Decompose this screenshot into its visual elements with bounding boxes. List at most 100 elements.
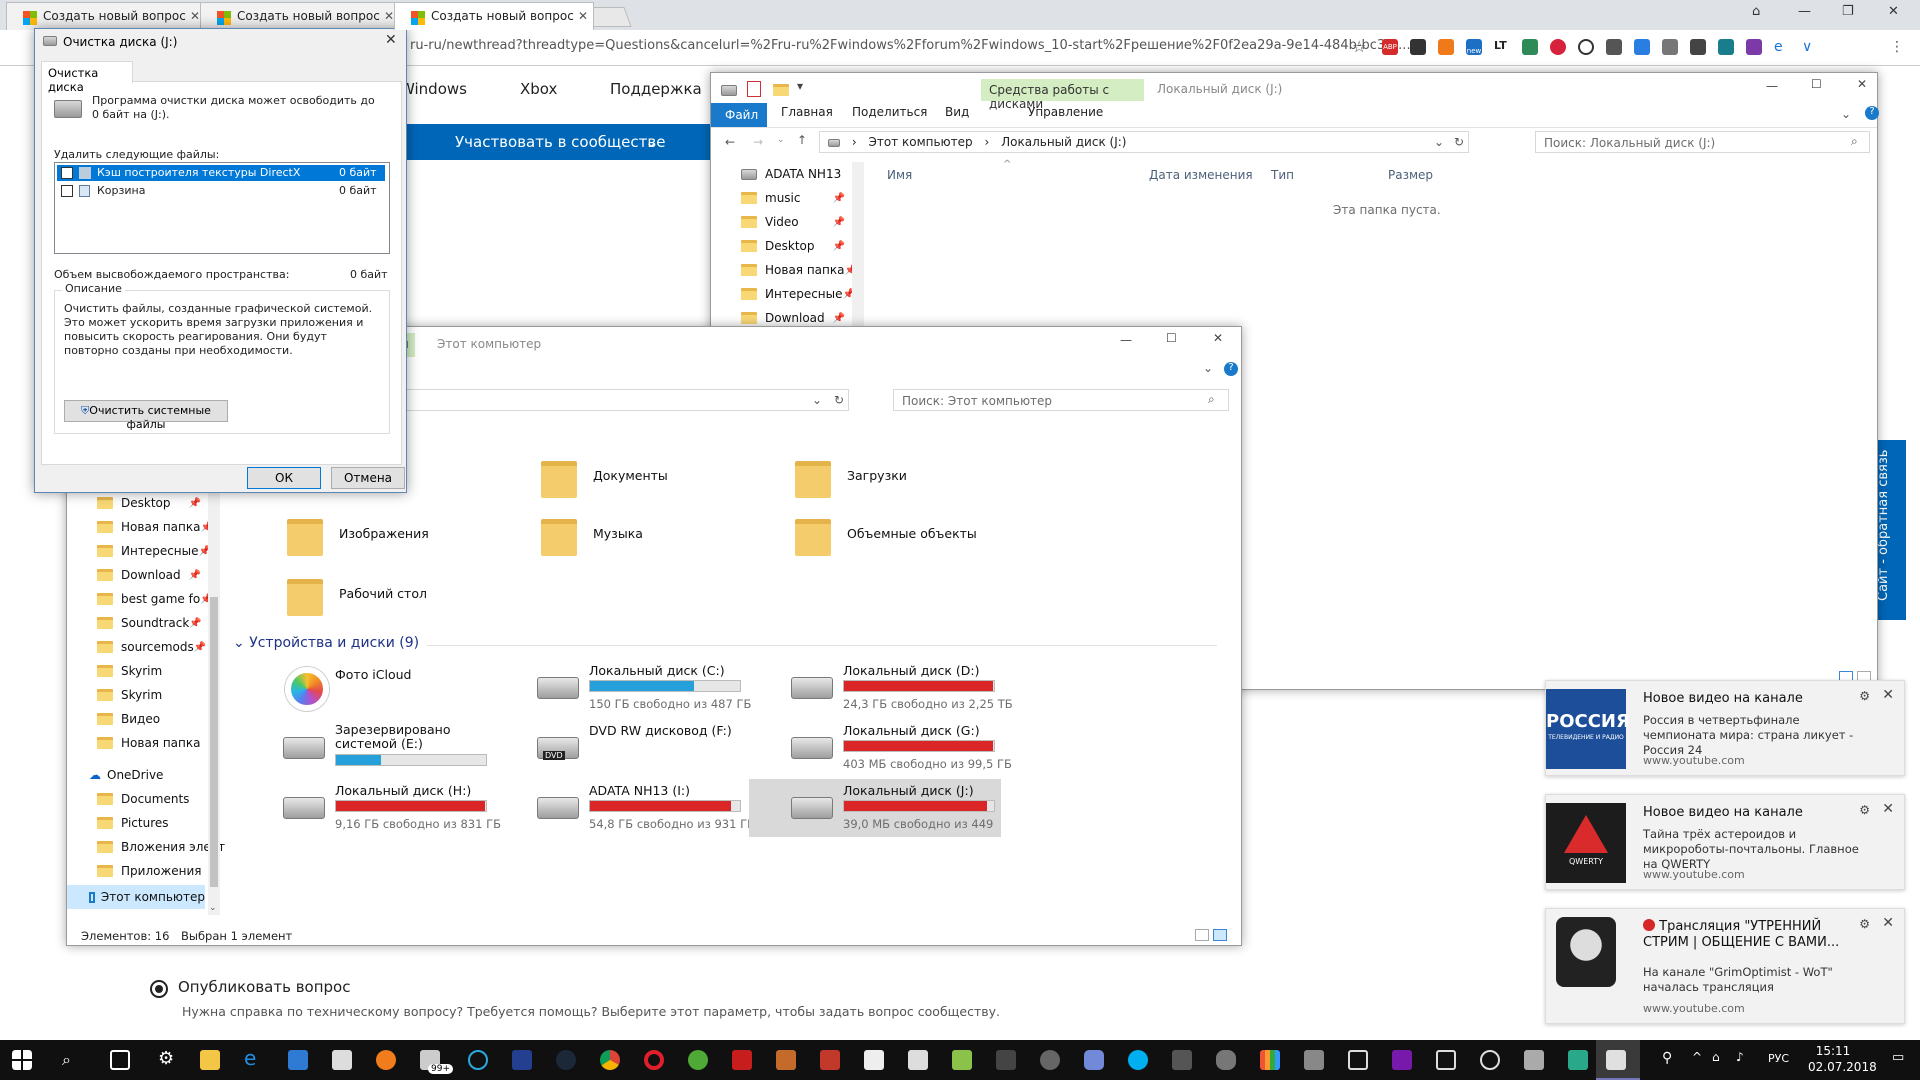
search-input[interactable]: Поиск: Локальный диск (J:) bbox=[1535, 131, 1870, 153]
recent-dropdown-icon[interactable]: ⌄ bbox=[777, 135, 785, 145]
minimize-icon[interactable]: — bbox=[1766, 79, 1778, 93]
extension-icon[interactable] bbox=[1718, 39, 1734, 55]
settings-gear-icon[interactable]: ⚙ bbox=[158, 1048, 178, 1069]
checkbox[interactable] bbox=[61, 167, 73, 179]
show-hidden-icons-icon[interactable]: ^ bbox=[1692, 1050, 1712, 1070]
extension-icon[interactable] bbox=[1438, 39, 1454, 55]
volume-icon[interactable]: ♪ bbox=[1736, 1050, 1756, 1070]
extension-icon[interactable] bbox=[1606, 39, 1622, 55]
notification-card[interactable]: РОССИЯ ТЕЛЕВИДЕНИЕ И РАДИО Новое видео н… bbox=[1545, 680, 1905, 776]
close-icon[interactable]: ✕ bbox=[1213, 331, 1223, 345]
details-view-icon[interactable] bbox=[1195, 929, 1209, 941]
nav-item-interesting[interactable]: Интересные 📌 bbox=[67, 539, 211, 563]
browser-tab[interactable]: Создать новый вопрос ✕ bbox=[6, 2, 206, 30]
device-drive-h[interactable]: Локальный диск (H:) 9,16 ГБ свободно из … bbox=[279, 783, 519, 835]
nav-item-new-folder[interactable]: Новая папка bbox=[67, 731, 207, 755]
radio-button[interactable] bbox=[150, 980, 168, 998]
path-dropdown-icon[interactable]: ⌄ bbox=[1434, 135, 1444, 149]
ribbon-tab-view[interactable]: Вид bbox=[945, 105, 969, 119]
checkbox[interactable] bbox=[61, 185, 73, 197]
nav-item-skyrim[interactable]: Skyrim bbox=[67, 659, 207, 683]
app-icon[interactable] bbox=[468, 1050, 488, 1070]
discord-icon[interactable] bbox=[1084, 1050, 1104, 1070]
nav-item-interesting[interactable]: Интересные 📌 bbox=[711, 282, 855, 306]
close-icon[interactable]: ✕ bbox=[1888, 4, 1899, 19]
close-icon[interactable]: ✕ bbox=[1857, 77, 1867, 91]
up-icon[interactable]: ↑ bbox=[797, 133, 807, 147]
properties-icon[interactable] bbox=[747, 81, 761, 97]
opera-icon[interactable] bbox=[644, 1050, 664, 1070]
app-icon[interactable] bbox=[952, 1050, 972, 1070]
adblock-extension-icon[interactable]: ABP bbox=[1382, 39, 1398, 55]
file-explorer-icon[interactable] bbox=[200, 1050, 220, 1070]
folder-documents[interactable]: Документы bbox=[539, 455, 668, 498]
task-view-icon[interactable] bbox=[110, 1050, 130, 1070]
taskbar-clock[interactable]: 15:11 02.07.2018 bbox=[1808, 1043, 1877, 1075]
file-name[interactable]: Кэш построителя текстуры DirectX bbox=[97, 166, 300, 179]
file-name[interactable]: Корзина bbox=[97, 184, 145, 197]
ribbon-tab-manage[interactable]: Управление bbox=[1028, 105, 1103, 119]
extension-icon[interactable] bbox=[1578, 39, 1594, 55]
notification-card[interactable]: QWERTY Новое видео на канале Тайна трёх … bbox=[1545, 794, 1905, 890]
ribbon-collapse-icon[interactable]: ⌄ bbox=[1203, 361, 1213, 375]
minimize-icon[interactable]: — bbox=[1120, 333, 1132, 347]
onenote-extension-icon[interactable] bbox=[1746, 39, 1762, 55]
edge-extension-icon[interactable]: e bbox=[1774, 39, 1790, 55]
browser-tab-active[interactable]: Создать новый вопрос ✕ bbox=[394, 2, 594, 30]
soundcloud-icon[interactable] bbox=[1216, 1050, 1236, 1070]
nav-item-desktop[interactable]: Desktop 📌 bbox=[711, 234, 851, 258]
close-icon[interactable]: ✕ bbox=[385, 32, 397, 48]
device-drive-e[interactable]: Зарезервировано системой (E:) bbox=[279, 723, 519, 775]
close-icon[interactable]: ✕ bbox=[1882, 687, 1894, 703]
path-bar[interactable]: › Этот компьютер › Локальный диск (J:) ⌄… bbox=[819, 131, 1469, 153]
network-icon[interactable]: ⌂ bbox=[1712, 1050, 1732, 1070]
extension-icon[interactable]: ∨ bbox=[1802, 39, 1818, 55]
nav-item-adata[interactable]: ADATA NH13 bbox=[711, 162, 851, 186]
path-bar[interactable]: ⌄ ↻ bbox=[367, 389, 849, 411]
new-folder-icon[interactable] bbox=[773, 84, 789, 96]
app-icon[interactable] bbox=[1568, 1050, 1588, 1070]
nav-windows[interactable]: Windows bbox=[400, 80, 467, 98]
refresh-icon[interactable]: ↻ bbox=[834, 393, 844, 407]
folder-music[interactable]: Музыка bbox=[539, 513, 643, 556]
ribbon-tab-file[interactable]: Файл bbox=[711, 103, 767, 127]
skype-icon[interactable] bbox=[1128, 1050, 1148, 1070]
gear-icon[interactable]: ⚙ bbox=[1859, 917, 1870, 931]
nav-item-skyrim[interactable]: Skyrim bbox=[67, 683, 207, 707]
device-drive-j-selected[interactable]: Локальный диск (J:) 39,0 МБ свободно из … bbox=[749, 779, 1001, 837]
app-icon[interactable] bbox=[1524, 1050, 1544, 1070]
device-drive-c[interactable]: Локальный диск (C:) 150 ГБ свободно из 4… bbox=[533, 663, 773, 715]
column-date-modified[interactable]: Дата изменения bbox=[1149, 168, 1253, 182]
extension-icon[interactable] bbox=[1522, 39, 1538, 55]
onenote-icon[interactable] bbox=[1392, 1050, 1412, 1070]
nav-item-music[interactable]: music 📌 bbox=[711, 186, 851, 210]
close-icon[interactable]: ✕ bbox=[578, 9, 588, 23]
folder-desktop[interactable]: Рабочий стол bbox=[285, 573, 427, 616]
folder-downloads[interactable]: Загрузки bbox=[793, 455, 907, 498]
app-icon[interactable] bbox=[512, 1050, 532, 1070]
qat-dropdown-icon[interactable]: ▾ bbox=[797, 79, 803, 93]
nav-item-best-game[interactable]: best game fo 📌 bbox=[67, 587, 213, 611]
app-icon[interactable] bbox=[1172, 1050, 1192, 1070]
calendar-icon[interactable] bbox=[1348, 1050, 1368, 1070]
nav-item-download[interactable]: Download 📌 bbox=[67, 563, 207, 587]
folder-pictures[interactable]: Изображения bbox=[285, 513, 429, 556]
nav-item-documents[interactable]: Documents bbox=[67, 787, 207, 811]
disk-cleanup-taskbar-icon[interactable] bbox=[1606, 1050, 1626, 1070]
app-icon[interactable] bbox=[1304, 1050, 1324, 1070]
search-icon[interactable]: ⌕ bbox=[62, 1050, 82, 1070]
column-type[interactable]: Тип bbox=[1271, 168, 1294, 182]
ribbon-collapse-icon[interactable]: ⌄ bbox=[1841, 107, 1851, 121]
device-dvd-f[interactable]: DVD DVD RW дисковод (F:) bbox=[533, 723, 773, 775]
profile-icon[interactable]: ⌂ bbox=[1752, 4, 1760, 19]
path-dropdown-icon[interactable]: ⌄ bbox=[812, 393, 822, 407]
nav-item-soundtrack[interactable]: Soundtrack 📌 bbox=[67, 611, 207, 635]
column-size[interactable]: Размер bbox=[1388, 168, 1433, 182]
large-icons-view-icon[interactable] bbox=[1213, 929, 1227, 941]
bookmark-star-icon[interactable]: ☆ bbox=[1352, 37, 1366, 56]
utorrent-icon[interactable] bbox=[688, 1050, 708, 1070]
steam-icon[interactable] bbox=[556, 1050, 576, 1070]
nav-item-new-folder[interactable]: Новая папка 📌 bbox=[67, 515, 213, 539]
languagetool-extension-icon[interactable]: LT bbox=[1494, 39, 1510, 55]
back-icon[interactable]: ← bbox=[725, 135, 735, 149]
